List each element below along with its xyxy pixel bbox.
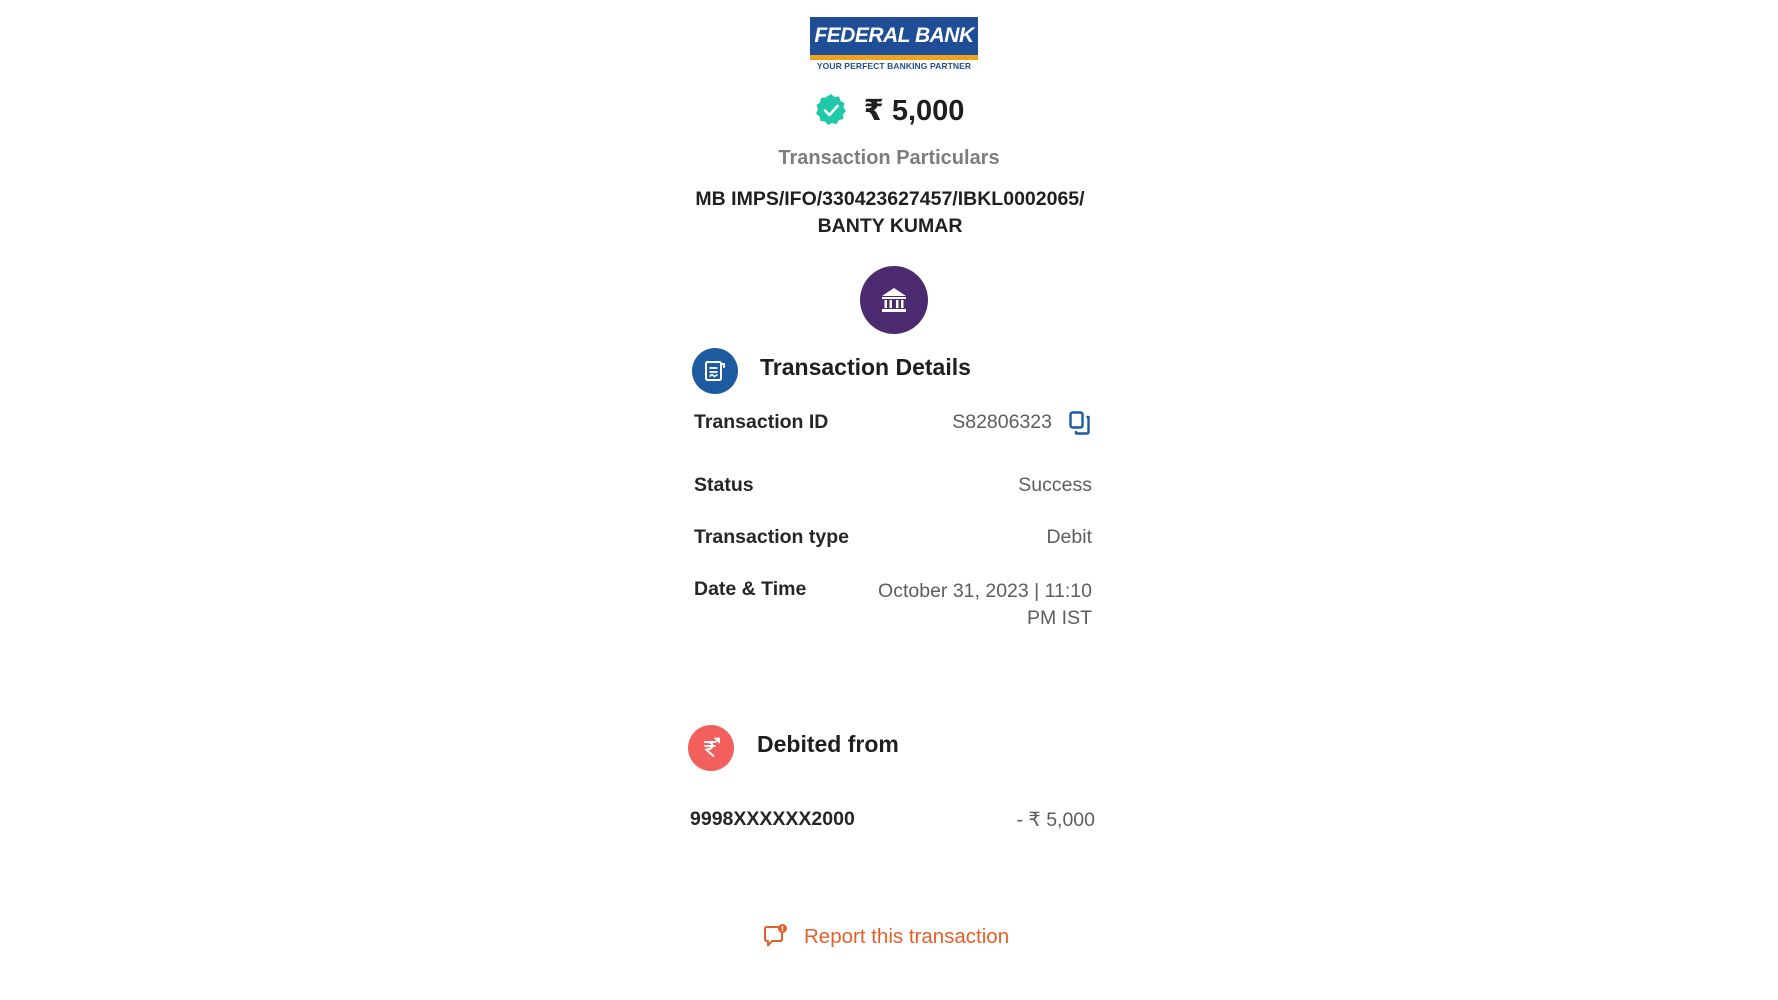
receipt-icon	[705, 361, 725, 381]
logo-banner: FEDERAL BANK	[810, 17, 978, 55]
debited-section-icon	[688, 725, 734, 771]
bank-avatar	[860, 266, 928, 334]
particulars-value: MB IMPS/IFO/330423627457/IBKL0002065/ BA…	[680, 186, 1100, 240]
report-chat-icon	[764, 924, 787, 947]
logo-tagline: YOUR PERFECT BANKING PARTNER	[816, 61, 972, 71]
date-time-line-1: October 31, 2023 | 11:10	[878, 580, 1092, 602]
transaction-type-label: Transaction type	[694, 526, 849, 548]
debit-amount: - ₹ 5,000	[1016, 809, 1095, 831]
check-circle-icon	[815, 94, 846, 125]
amount-row: ₹ 5,000	[0, 88, 1778, 132]
transaction-type-value: Debit	[1046, 526, 1092, 548]
federal-bank-logo: FEDERAL BANK YOUR PERFECT BANKING PARTNE…	[810, 17, 978, 72]
transaction-id-label: Transaction ID	[694, 411, 829, 433]
date-time-label: Date & Time	[694, 578, 807, 600]
date-time-value: October 31, 2023 | 11:10 PM IST	[820, 578, 1092, 632]
logo-name: FEDERAL BANK	[814, 24, 974, 47]
bank-building-icon	[882, 288, 906, 312]
status-value: Success	[1018, 474, 1092, 496]
logo-stripe	[810, 55, 978, 60]
particulars-line-2: BANTY KUMAR	[817, 215, 963, 237]
particulars-title: Transaction Particulars	[778, 147, 1000, 169]
date-time-line-2: PM IST	[1026, 607, 1092, 629]
transaction-amount: ₹ 5,000	[863, 94, 965, 127]
report-transaction-label: Report this transaction	[804, 925, 1010, 948]
rupee-transfer-icon	[704, 737, 720, 757]
transaction-details-title: Transaction Details	[760, 354, 971, 380]
details-section-icon	[692, 348, 738, 394]
transaction-id-value: S82806323	[952, 411, 1052, 433]
copy-icon[interactable]	[1068, 410, 1092, 436]
particulars-line-1: MB IMPS/IFO/330423627457/IBKL0002065/	[695, 188, 1085, 210]
status-label: Status	[694, 474, 754, 496]
debit-account-number: 9998XXXXXX2000	[690, 808, 855, 830]
report-transaction-link[interactable]: Report this transaction	[762, 922, 1009, 952]
debited-from-title: Debited from	[757, 731, 899, 757]
